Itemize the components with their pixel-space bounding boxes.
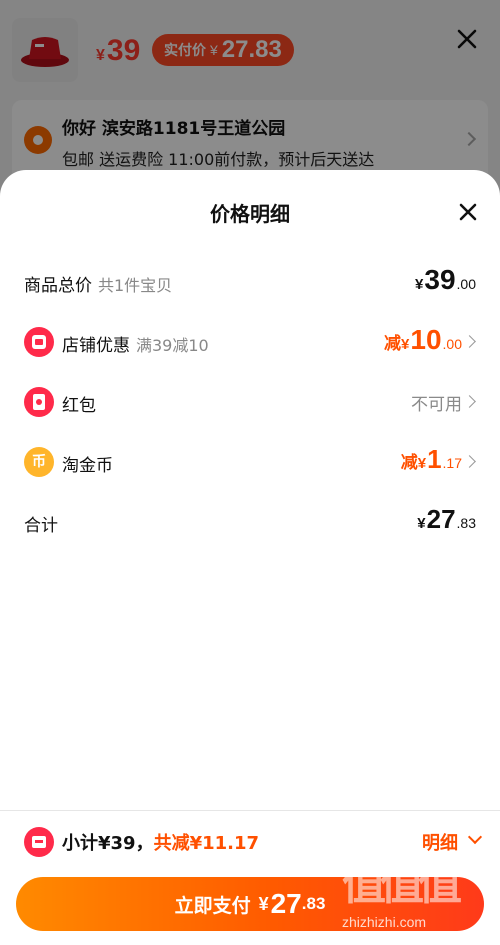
chevron-right-icon [463, 455, 476, 468]
footer-divider [0, 810, 500, 811]
row-total: 合计 ¥27.83 [0, 502, 500, 542]
coupon-summary-icon [24, 827, 54, 857]
row-sublabel: 满39减10 [136, 336, 209, 355]
red-packet-icon [24, 387, 54, 417]
row-goods-total: 商品总价 共1件宝贝 ¥39.00 [0, 262, 500, 302]
row-label: 店铺优惠 [62, 336, 130, 356]
coin-deduction-value: 减 ¥1.17 [400, 444, 462, 474]
row-shop-discount[interactable]: 店铺优惠 满39减10 减 ¥10.00 [0, 322, 500, 362]
chevron-right-icon [463, 395, 476, 408]
close-icon[interactable] [456, 200, 480, 224]
row-label: 合计 [24, 516, 58, 536]
chevron-right-icon [463, 335, 476, 348]
row-label: 红包 [62, 396, 96, 416]
pay-button-label: 立即支付 [174, 894, 251, 917]
row-red-packet[interactable]: 红包 不可用 [0, 382, 500, 422]
discount-total-text: 共减¥11.17 [153, 833, 260, 854]
red-packet-value: 不可用 [411, 395, 462, 415]
coin-icon: 币 [24, 447, 54, 477]
total-value: ¥27.83 [417, 504, 476, 534]
detail-toggle-label[interactable]: 明细 [422, 829, 458, 855]
row-sublabel: 共1件宝贝 [98, 276, 173, 295]
sheet-title: 价格明细 [210, 202, 290, 226]
pay-now-button[interactable]: 立即支付 ¥ 27 .83 [16, 877, 484, 931]
shop-discount-value: 减 ¥10.00 [384, 324, 462, 355]
goods-total-value: ¥39.00 [415, 264, 476, 295]
row-coin-deduction[interactable]: 币 淘金币 减 ¥1.17 [0, 442, 500, 482]
row-label: 商品总价 [24, 276, 92, 296]
subtotal-summary: 小计¥39，共减¥11.17 [62, 829, 259, 855]
store-coupon-icon [24, 327, 54, 357]
subtotal-text: 小计¥39， [62, 833, 154, 854]
row-label: 淘金币 [62, 456, 113, 476]
